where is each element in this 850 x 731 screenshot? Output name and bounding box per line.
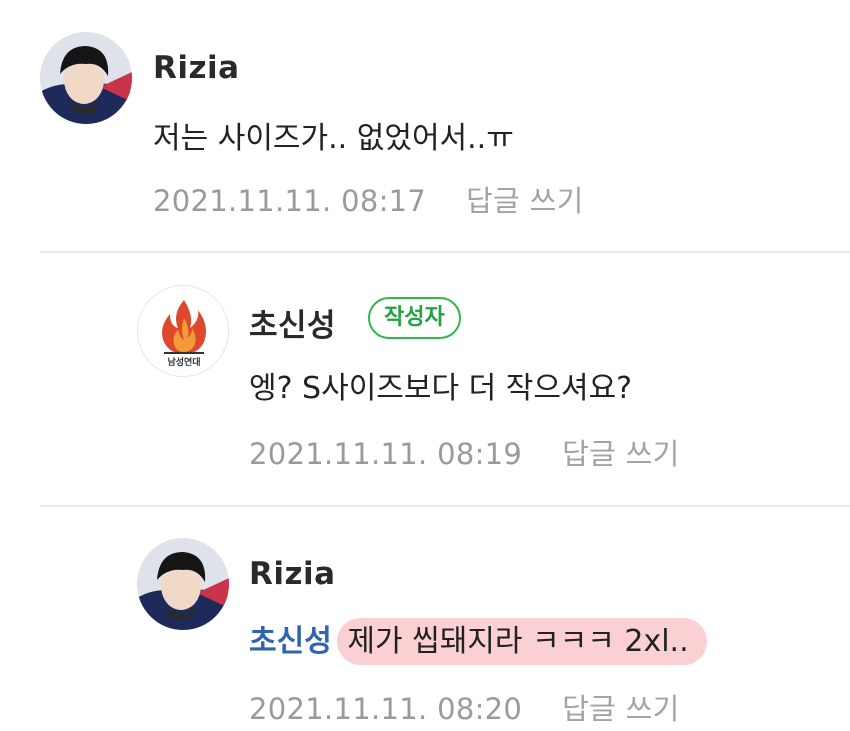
- timestamp: 2021.11.11. 08:17: [153, 184, 427, 218]
- reply-button[interactable]: 답글 쓰기: [466, 184, 583, 218]
- highlighted-comment-text: 제가 씹돼지라 ㅋㅋㅋ 2xl..: [337, 618, 707, 665]
- comment-text-row: 초신성 제가 씹돼지라 ㅋㅋㅋ 2xl..: [249, 616, 707, 665]
- comment-meta: 2021.11.11. 08:20 답글 쓰기: [249, 686, 680, 728]
- mention-link[interactable]: 초신성: [249, 624, 332, 659]
- comment-text: 저는 사이즈가.. 없었어서..ㅠ: [153, 121, 514, 156]
- flame-logo-icon: 남성연대: [162, 300, 206, 368]
- comment-text: 엥? S사이즈보다 더 작으셔요?: [249, 371, 633, 406]
- comment-meta: 2021.11.11. 08:19 답글 쓰기: [249, 431, 680, 473]
- author-name[interactable]: Rizia: [153, 50, 240, 86]
- avatar-photo: [137, 538, 229, 630]
- author-name[interactable]: 초신성: [249, 300, 336, 345]
- comment-thread: Rizia 저는 사이즈가.. 없었어서..ㅠ 2021.11.11. 08:1…: [0, 0, 850, 731]
- avatar[interactable]: [40, 32, 132, 124]
- avatar-photo: [40, 32, 132, 124]
- comment-meta: 2021.11.11. 08:17 답글 쓰기: [153, 178, 584, 220]
- timestamp: 2021.11.11. 08:20: [249, 692, 523, 726]
- author-name[interactable]: Rizia: [249, 556, 336, 592]
- logo-text: 남성연대: [167, 356, 200, 368]
- avatar[interactable]: 남성연대: [137, 285, 229, 377]
- avatar[interactable]: [137, 538, 229, 630]
- reply-button[interactable]: 답글 쓰기: [562, 437, 679, 471]
- divider: [40, 505, 850, 507]
- author-badge: 작성자: [368, 297, 461, 339]
- divider: [40, 251, 850, 253]
- timestamp: 2021.11.11. 08:19: [249, 437, 523, 471]
- reply-button[interactable]: 답글 쓰기: [562, 692, 679, 726]
